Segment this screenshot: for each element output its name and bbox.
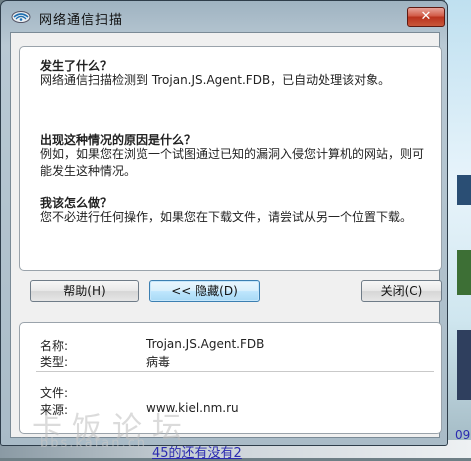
type-value: 病毒 [146, 355, 171, 369]
hide-button[interactable]: << 隐藏(D) [149, 280, 260, 302]
background-webpage: 09 [445, 0, 471, 458]
background-image-1 [457, 175, 471, 205]
file-label: 文件: [40, 386, 69, 400]
name-label: 名称: [40, 339, 69, 353]
window-title: 网络通信扫描 [39, 13, 124, 28]
title-bar[interactable]: 网络通信扫描 ✕ [1, 1, 447, 31]
type-label: 类型: [40, 355, 69, 369]
background-image-3 [457, 330, 471, 400]
what-happened-text: 网络通信扫描检测到 Trojan.JS.Agent.FDB，已自动处理该对象。 [40, 73, 391, 87]
close-button[interactable]: 关闭(C) [361, 280, 442, 302]
forum-watermark-url: bbs.kafan.cn [40, 436, 147, 451]
window-close-button[interactable]: ✕ [407, 7, 445, 27]
network-icon [11, 11, 31, 23]
why-text: 例如，如果您在浏览一个试图通过已知的漏洞入侵您计算机的网站，则可能发生这种情况。 [40, 147, 425, 178]
name-value: Trojan.JS.Agent.FDB [146, 337, 265, 351]
help-button[interactable]: 帮助(H) [30, 280, 139, 302]
background-image-2 [457, 250, 471, 295]
what-to-do-text: 您不必进行任何操作，如果您在下载文件，请尝试从另一个位置下载。 [40, 210, 413, 224]
info-divider [36, 371, 434, 372]
